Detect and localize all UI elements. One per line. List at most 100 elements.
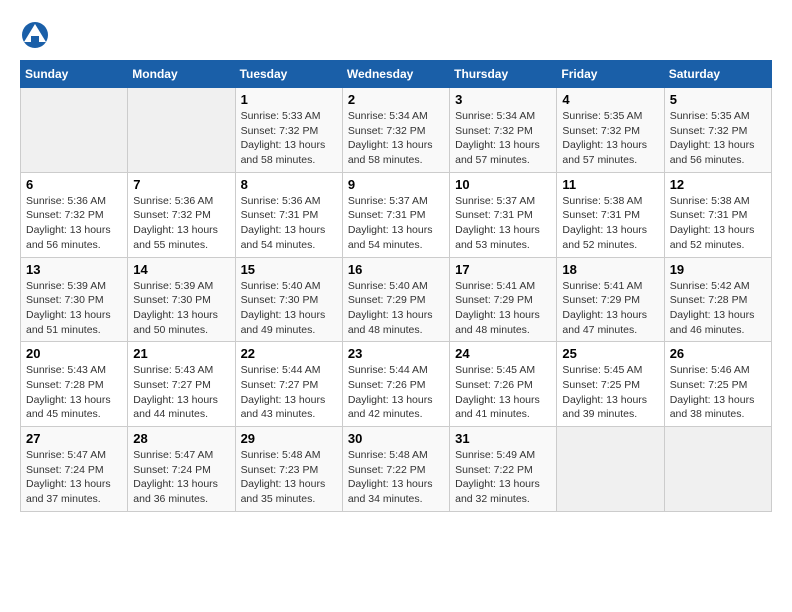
calendar-cell [557,427,664,512]
cell-content: Sunrise: 5:43 AMSunset: 7:27 PMDaylight:… [133,363,229,422]
calendar-cell [128,88,235,173]
cell-content: Sunrise: 5:37 AMSunset: 7:31 PMDaylight:… [455,194,551,253]
calendar-cell: 3 Sunrise: 5:34 AMSunset: 7:32 PMDaylight… [450,88,557,173]
calendar-cell: 6Sunrise: 5:36 AMSunset: 7:32 PMDaylight… [21,172,128,257]
calendar-week-row: 27 Sunrise: 5:47 AMSunset: 7:24 PMDayligh… [21,427,772,512]
day-number: 2 [348,92,444,107]
calendar-cell: 8 Sunrise: 5:36 AMSunset: 7:31 PMDaylight… [235,172,342,257]
cell-content: Sunrise: 5:33 AMSunset: 7:32 PMDaylight:… [241,109,337,168]
calendar-week-row: 20Sunrise: 5:43 AMSunset: 7:28 PMDayligh… [21,342,772,427]
calendar-cell: 17 Sunrise: 5:41 AMSunset: 7:29 PMDayligh… [450,257,557,342]
calendar-cell: 16Sunrise: 5:40 AMSunset: 7:29 PMDayligh… [342,257,449,342]
cell-content: Sunrise: 5:38 AMSunset: 7:31 PMDaylight:… [670,194,766,253]
calendar-cell: 21 Sunrise: 5:43 AMSunset: 7:27 PMDayligh… [128,342,235,427]
cell-content: Sunrise: 5:40 AMSunset: 7:29 PMDaylight:… [348,279,444,338]
calendar-cell: 18Sunrise: 5:41 AMSunset: 7:29 PMDayligh… [557,257,664,342]
calendar-weekday-header: Wednesday [342,61,449,88]
page-header [20,20,772,50]
day-number: 24 [455,346,551,361]
day-number: 8 [241,177,337,192]
logo-icon [20,20,50,50]
calendar-cell: 11 Sunrise: 5:38 AMSunset: 7:31 PMDayligh… [557,172,664,257]
day-number: 10 [455,177,551,192]
calendar-cell: 15Sunrise: 5:40 AMSunset: 7:30 PMDayligh… [235,257,342,342]
cell-content: Sunrise: 5:45 AMSunset: 7:25 PMDaylight:… [562,363,658,422]
cell-content: Sunrise: 5:35 AMSunset: 7:32 PMDaylight:… [670,109,766,168]
day-number: 3 [455,92,551,107]
day-number: 28 [133,431,229,446]
day-number: 17 [455,262,551,277]
day-number: 27 [26,431,122,446]
day-number: 9 [348,177,444,192]
day-number: 29 [241,431,337,446]
calendar-cell: 9 Sunrise: 5:37 AMSunset: 7:31 PMDaylight… [342,172,449,257]
day-number: 1 [241,92,337,107]
cell-content: Sunrise: 5:36 AMSunset: 7:32 PMDaylight:… [26,194,122,253]
cell-content: Sunrise: 5:36 AMSunset: 7:31 PMDaylight:… [241,194,337,253]
day-number: 11 [562,177,658,192]
cell-content: Sunrise: 5:45 AMSunset: 7:26 PMDaylight:… [455,363,551,422]
calendar-weekday-header: Sunday [21,61,128,88]
calendar-weekday-header: Saturday [664,61,771,88]
day-number: 31 [455,431,551,446]
cell-content: Sunrise: 5:44 AMSunset: 7:27 PMDaylight:… [241,363,337,422]
calendar-cell: 14 Sunrise: 5:39 AMSunset: 7:30 PMDayligh… [128,257,235,342]
calendar-week-row: 1 Sunrise: 5:33 AMSunset: 7:32 PMDaylight… [21,88,772,173]
calendar-cell: 29 Sunrise: 5:48 AMSunset: 7:23 PMDayligh… [235,427,342,512]
calendar-weekday-header: Monday [128,61,235,88]
calendar-cell: 26Sunrise: 5:46 AMSunset: 7:25 PMDayligh… [664,342,771,427]
calendar-cell: 30 Sunrise: 5:48 AMSunset: 7:22 PMDayligh… [342,427,449,512]
cell-content: Sunrise: 5:34 AMSunset: 7:32 PMDaylight:… [348,109,444,168]
cell-content: Sunrise: 5:42 AMSunset: 7:28 PMDaylight:… [670,279,766,338]
calendar-cell: 5 Sunrise: 5:35 AMSunset: 7:32 PMDaylight… [664,88,771,173]
calendar-cell [21,88,128,173]
calendar-week-row: 6Sunrise: 5:36 AMSunset: 7:32 PMDaylight… [21,172,772,257]
cell-content: Sunrise: 5:41 AMSunset: 7:29 PMDaylight:… [562,279,658,338]
calendar-cell: 2 Sunrise: 5:34 AMSunset: 7:32 PMDaylight… [342,88,449,173]
cell-content: Sunrise: 5:36 AMSunset: 7:32 PMDaylight:… [133,194,229,253]
cell-content: Sunrise: 5:48 AMSunset: 7:23 PMDaylight:… [241,448,337,507]
calendar-cell: 7 Sunrise: 5:36 AMSunset: 7:32 PMDaylight… [128,172,235,257]
calendar-cell: 22 Sunrise: 5:44 AMSunset: 7:27 PMDayligh… [235,342,342,427]
calendar-cell: 27 Sunrise: 5:47 AMSunset: 7:24 PMDayligh… [21,427,128,512]
cell-content: Sunrise: 5:38 AMSunset: 7:31 PMDaylight:… [562,194,658,253]
calendar-cell: 25 Sunrise: 5:45 AMSunset: 7:25 PMDayligh… [557,342,664,427]
cell-content: Sunrise: 5:47 AMSunset: 7:24 PMDaylight:… [133,448,229,507]
cell-content: Sunrise: 5:48 AMSunset: 7:22 PMDaylight:… [348,448,444,507]
cell-content: Sunrise: 5:40 AMSunset: 7:30 PMDaylight:… [241,279,337,338]
day-number: 14 [133,262,229,277]
calendar-weekday-header: Thursday [450,61,557,88]
cell-content: Sunrise: 5:46 AMSunset: 7:25 PMDaylight:… [670,363,766,422]
calendar-cell: 12Sunrise: 5:38 AMSunset: 7:31 PMDayligh… [664,172,771,257]
calendar-week-row: 13 Sunrise: 5:39 AMSunset: 7:30 PMDayligh… [21,257,772,342]
cell-content: Sunrise: 5:44 AMSunset: 7:26 PMDaylight:… [348,363,444,422]
day-number: 23 [348,346,444,361]
cell-content: Sunrise: 5:34 AMSunset: 7:32 PMDaylight:… [455,109,551,168]
day-number: 5 [670,92,766,107]
day-number: 19 [670,262,766,277]
day-number: 30 [348,431,444,446]
logo [20,20,54,50]
cell-content: Sunrise: 5:47 AMSunset: 7:24 PMDaylight:… [26,448,122,507]
calendar-weekday-header: Friday [557,61,664,88]
calendar-cell: 20Sunrise: 5:43 AMSunset: 7:28 PMDayligh… [21,342,128,427]
day-number: 13 [26,262,122,277]
calendar-cell: 28 Sunrise: 5:47 AMSunset: 7:24 PMDayligh… [128,427,235,512]
day-number: 25 [562,346,658,361]
day-number: 4 [562,92,658,107]
day-number: 22 [241,346,337,361]
calendar-header-row: SundayMondayTuesdayWednesdayThursdayFrid… [21,61,772,88]
calendar-cell: 4Sunrise: 5:35 AMSunset: 7:32 PMDaylight… [557,88,664,173]
calendar-cell: 24 Sunrise: 5:45 AMSunset: 7:26 PMDayligh… [450,342,557,427]
day-number: 21 [133,346,229,361]
calendar-cell: 13 Sunrise: 5:39 AMSunset: 7:30 PMDayligh… [21,257,128,342]
cell-content: Sunrise: 5:39 AMSunset: 7:30 PMDaylight:… [133,279,229,338]
cell-content: Sunrise: 5:37 AMSunset: 7:31 PMDaylight:… [348,194,444,253]
calendar-cell: 1 Sunrise: 5:33 AMSunset: 7:32 PMDaylight… [235,88,342,173]
cell-content: Sunrise: 5:39 AMSunset: 7:30 PMDaylight:… [26,279,122,338]
cell-content: Sunrise: 5:49 AMSunset: 7:22 PMDaylight:… [455,448,551,507]
calendar-weekday-header: Tuesday [235,61,342,88]
day-number: 7 [133,177,229,192]
day-number: 20 [26,346,122,361]
cell-content: Sunrise: 5:41 AMSunset: 7:29 PMDaylight:… [455,279,551,338]
